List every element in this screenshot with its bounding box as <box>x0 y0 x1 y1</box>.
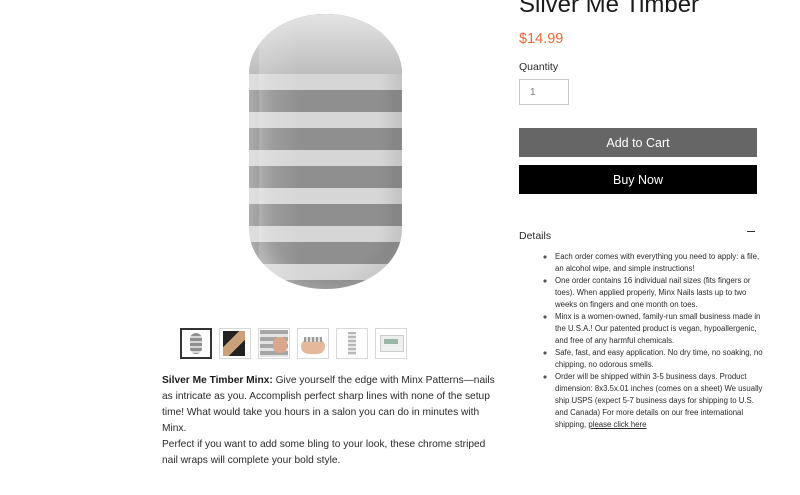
description-lead-title: Silver Me Timber Minx: <box>162 375 273 386</box>
details-list: Each order comes with everything you nee… <box>547 251 767 431</box>
details-toggle[interactable]: Details <box>519 226 757 242</box>
thumbnail-strip <box>180 328 407 359</box>
thumbnail-6[interactable] <box>375 328 407 359</box>
details-item: Safe, fast, and easy application. No dry… <box>555 347 767 371</box>
product-title: Silver Me Timber <box>519 0 700 18</box>
add-to-cart-button[interactable]: Add to Cart <box>519 128 757 157</box>
thumbnail-2[interactable] <box>219 328 251 359</box>
details-title: Details <box>519 230 552 242</box>
thumbnail-1[interactable] <box>180 328 212 359</box>
thumbnail-5[interactable] <box>336 328 368 359</box>
product-price: $14.99 <box>519 31 564 47</box>
buy-now-button[interactable]: Buy Now <box>519 165 757 194</box>
thumbnail-3[interactable] <box>258 328 290 359</box>
details-item: Each order comes with everything you nee… <box>555 251 767 275</box>
details-item: One order contains 16 individual nail si… <box>555 275 767 311</box>
collapse-minus-icon[interactable] <box>747 231 755 232</box>
product-description-2: Perfect if you want to add some bling to… <box>162 439 486 466</box>
quantity-label: Quantity <box>519 61 559 73</box>
details-item-shipping: Order will be shipped within 3-5 busines… <box>555 371 767 431</box>
quantity-input[interactable] <box>519 79 569 105</box>
product-description: Silver Me Timber Minx: Give yourself the… <box>162 373 502 437</box>
shipping-text: Order will be shipped within 3-5 busines… <box>555 372 763 429</box>
shipping-link[interactable]: please click here <box>588 420 646 429</box>
details-item: Minx is a women-owned, family-run small … <box>555 311 767 347</box>
thumbnail-4[interactable] <box>297 328 329 359</box>
product-main-image[interactable] <box>249 14 402 289</box>
